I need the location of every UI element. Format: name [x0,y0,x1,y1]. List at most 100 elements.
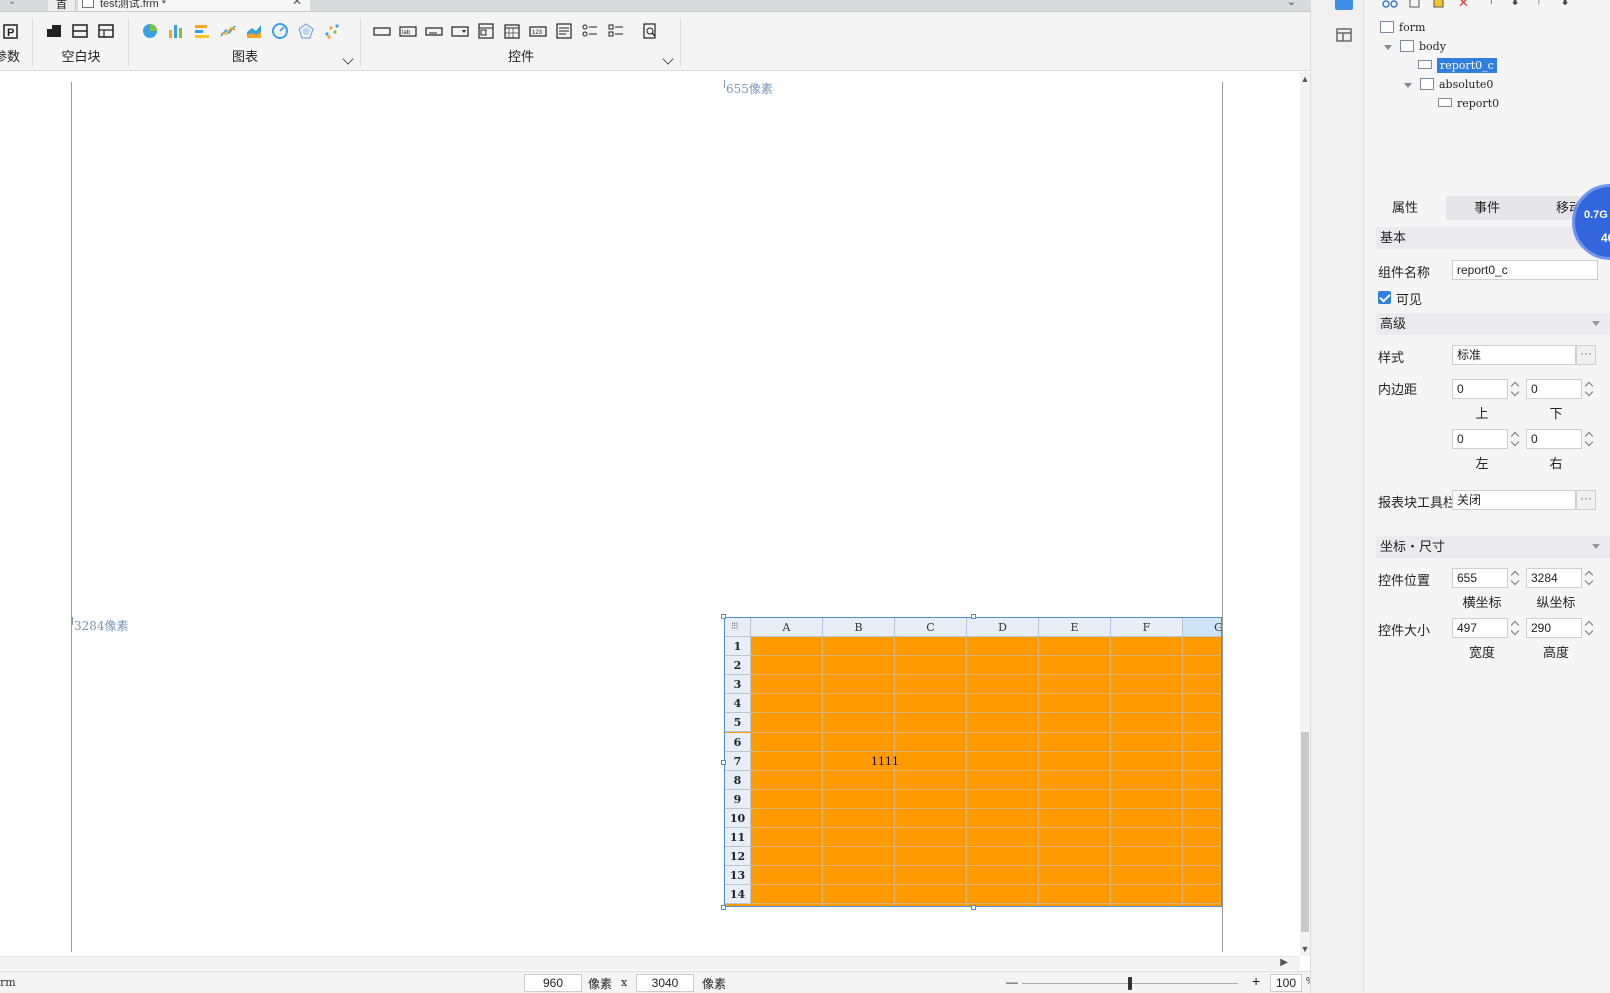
params-icon[interactable]: P [2,22,20,40]
date-widget-icon[interactable] [503,22,521,40]
design-canvas[interactable]: 655像素 3284像素 ⁝⁝⁝ ABCDEFG1234567891011121… [0,72,1310,956]
padding-right-stepper[interactable] [1584,429,1596,449]
row-header-1[interactable]: 1 [725,637,751,656]
padding-top-input[interactable]: 0 [1452,379,1508,399]
tab-events[interactable]: 事件 [1446,196,1528,220]
tree-node-form[interactable]: form [1380,20,1425,36]
column-header-f[interactable]: F [1111,618,1183,637]
resize-handle-bottom-left[interactable] [721,905,726,910]
list-widget-icon[interactable] [477,22,495,40]
cell-b7[interactable]: 1111 [871,755,899,768]
row-header-6[interactable]: 6 [725,732,751,752]
tree-node-report0-c[interactable]: report0_c [1418,58,1497,74]
tab-test-frm[interactable]: test测试.frm * ✕ [78,0,310,11]
line-chart-icon[interactable] [219,22,237,40]
scroll-right-icon[interactable]: ▶ [1280,957,1288,968]
grid-layout-icon[interactable] [97,22,115,40]
radar-chart-icon[interactable] [297,22,315,40]
blank-block-icon[interactable] [45,22,63,40]
column-header-b[interactable]: B [823,618,895,637]
padding-bottom-stepper[interactable] [1584,379,1596,399]
bar-chart-icon[interactable] [167,22,185,40]
row-header-4[interactable]: 4 [725,694,751,714]
area-chart-icon[interactable] [245,22,263,40]
column-header-g[interactable]: G [1183,618,1221,637]
padding-right-input[interactable]: 0 [1526,429,1582,449]
column-header-a[interactable]: A [751,618,823,637]
move-up-icon[interactable]: ↑ [1536,0,1542,7]
row-header-8[interactable]: 8 [725,770,751,790]
layout-panel-icon[interactable] [1336,28,1352,42]
report-toolbar-input[interactable]: 关闭 [1452,490,1576,510]
move-bottom-icon[interactable]: ⬇ [1560,0,1570,8]
zoom-slider-thumb[interactable] [1128,977,1132,990]
position-x-stepper[interactable] [1510,568,1522,588]
padding-left-input[interactable]: 0 [1452,429,1508,449]
resize-handle-top[interactable] [971,614,976,619]
column-header-d[interactable]: D [967,618,1039,637]
row-header-3[interactable]: 3 [725,675,751,695]
row-header-14[interactable]: 14 [725,885,751,905]
label-widget-icon[interactable]: lab [399,22,417,40]
padding-top-stepper[interactable] [1510,379,1522,399]
scroll-up-icon[interactable]: ▲ [1300,74,1310,84]
tree-node-report0[interactable]: report0 [1438,96,1499,112]
tab-list-dropdown-icon[interactable]: ⌄ [8,0,16,7]
paste-icon[interactable] [1432,0,1446,8]
tree-expand-absolute-icon[interactable] [1404,83,1412,88]
row-header-11[interactable]: 11 [725,828,751,847]
button-widget-icon[interactable] [373,22,391,40]
move-top-icon[interactable]: ⊤ [1486,0,1496,7]
scroll-down-icon[interactable]: ▼ [1300,944,1310,954]
tab-overflow-icon[interactable]: ⌄ [1287,0,1296,8]
textarea-widget-icon[interactable] [555,22,573,40]
row-header-9[interactable]: 9 [725,789,751,809]
gauge-chart-icon[interactable] [271,22,289,40]
move-down-icon[interactable]: ⬇ [1510,0,1520,8]
section-coordinates[interactable]: 坐标・尺寸 [1376,536,1610,558]
tab-home[interactable]: 首 [48,0,76,11]
tree-node-body[interactable]: body [1400,39,1446,55]
row-header-2[interactable]: 2 [725,656,751,676]
position-x-input[interactable]: 655 [1452,568,1508,588]
position-y-input[interactable]: 3284 [1526,568,1582,588]
section-advanced[interactable]: 高级 [1376,313,1610,335]
row-header-5[interactable]: 5 [725,713,751,733]
resize-handle-bottom[interactable] [971,905,976,910]
scatter-chart-icon[interactable] [323,22,341,40]
canvas-horizontal-scrollbar[interactable]: ▶ [0,956,1300,970]
report-block-widget[interactable]: ⁝⁝⁝ ABCDEFG12345678910111213141111 [724,617,1222,907]
component-tree-toggle-icon[interactable] [1335,0,1353,10]
tab-properties[interactable]: 属性 [1364,196,1446,220]
width-input[interactable]: 497 [1452,618,1508,638]
visible-checkbox[interactable] [1378,291,1391,304]
vertical-scroll-thumb[interactable] [1301,732,1309,932]
width-stepper[interactable] [1510,618,1522,638]
copy-icon[interactable] [1408,0,1422,8]
position-y-stepper[interactable] [1584,568,1596,588]
row-header-12[interactable]: 12 [725,847,751,867]
tab-close-icon[interactable]: ✕ [292,0,302,7]
padding-bottom-input[interactable]: 0 [1526,379,1582,399]
horizontal-bar-chart-icon[interactable] [193,22,211,40]
height-stepper[interactable] [1584,618,1596,638]
style-more-button[interactable]: ··· [1576,345,1596,365]
column-header-e[interactable]: E [1039,618,1111,637]
text-field-widget-icon[interactable] [425,22,443,40]
canvas-vertical-scrollbar[interactable]: ▲ ▼ [1300,72,1310,956]
row-header-10[interactable]: 10 [725,808,751,828]
collapse-coordinates-icon[interactable] [1592,544,1600,549]
query-widget-icon[interactable] [641,22,659,40]
radio-group-widget-icon[interactable] [581,22,599,40]
padding-left-stepper[interactable] [1510,429,1522,449]
tree-expand-body-icon[interactable] [1384,45,1392,50]
height-input[interactable]: 290 [1526,618,1582,638]
row-header-7[interactable]: 7 [725,751,751,771]
pie-chart-icon[interactable] [141,22,159,40]
collapse-advanced-icon[interactable] [1592,321,1600,326]
delete-icon[interactable]: ✕ [1458,0,1469,11]
number-widget-icon[interactable]: 123 [529,22,547,40]
column-header-c[interactable]: C [895,618,967,637]
zoom-in-button[interactable]: + [1252,973,1260,989]
component-name-input[interactable]: report0_c [1452,260,1598,280]
